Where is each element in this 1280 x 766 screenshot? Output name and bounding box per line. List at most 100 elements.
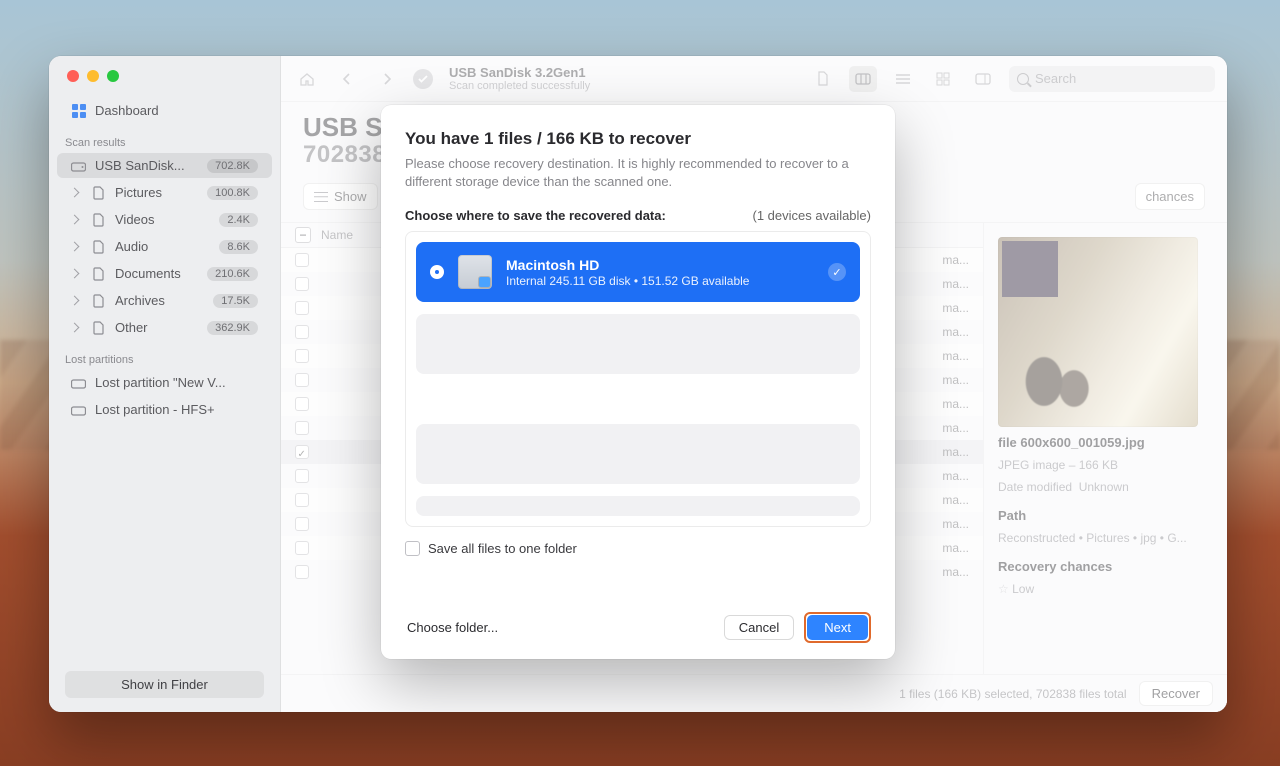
back-button[interactable] — [333, 66, 361, 92]
device-title: USB SanDisk 3.2Gen1 — [449, 65, 590, 80]
device-subtitle: Internal 245.11 GB disk • 151.52 GB avai… — [506, 274, 749, 288]
row-checkbox[interactable] — [295, 349, 309, 363]
drive-icon — [71, 402, 86, 417]
minimize-window-icon[interactable] — [87, 70, 99, 82]
show-in-finder-button[interactable]: Show in Finder — [65, 671, 264, 698]
close-window-icon[interactable] — [67, 70, 79, 82]
sidebar-item-badge: 362.9K — [207, 321, 258, 335]
preview-chances-value: Low — [1012, 582, 1034, 596]
row-tail: ma... — [942, 493, 969, 507]
filter-show[interactable]: Show — [303, 183, 378, 210]
sidebar-item-label: Archives — [115, 293, 165, 308]
status-bar: 1 files (166 KB) selected, 702838 files … — [281, 674, 1227, 712]
row-checkbox[interactable] — [295, 421, 309, 435]
chevron-right-icon — [71, 242, 79, 252]
file-icon — [91, 266, 106, 281]
filter-chances[interactable]: chances — [1135, 183, 1205, 210]
sidebar-item-label: Lost partition "New V... — [95, 375, 226, 390]
toggle-sidebar-button[interactable] — [969, 66, 997, 92]
row-checkbox[interactable] — [295, 469, 309, 483]
sidebar-item-badge: 702.8K — [207, 159, 258, 173]
device-name: Macintosh HD — [506, 257, 749, 273]
file-icon — [91, 320, 106, 335]
row-checkbox[interactable] — [295, 541, 309, 555]
sidebar-item-label: USB SanDisk... — [95, 158, 185, 173]
chevron-right-icon — [71, 296, 79, 306]
row-tail: ma... — [942, 277, 969, 291]
row-checkbox[interactable] — [295, 565, 309, 579]
search-input[interactable]: Search — [1009, 66, 1215, 92]
save-all-label: Save all files to one folder — [428, 541, 577, 556]
forward-button[interactable] — [373, 66, 401, 92]
destination-device-list: Macintosh HD Internal 245.11 GB disk • 1… — [405, 231, 871, 527]
filter-chances-label: chances — [1146, 189, 1194, 204]
destination-device-placeholder — [416, 424, 860, 484]
sidebar-item-archives[interactable]: Archives 17.5K — [57, 288, 272, 313]
view-columns-button[interactable] — [849, 66, 877, 92]
view-grid-button[interactable] — [929, 66, 957, 92]
sidebar-item-other[interactable]: Other 362.9K — [57, 315, 272, 340]
app-window: Dashboard Scan results USB SanDisk... 70… — [49, 56, 1227, 712]
dialog-subtitle: Please choose recovery destination. It i… — [405, 155, 871, 190]
file-icon — [91, 239, 106, 254]
destination-device-placeholder — [416, 314, 860, 374]
row-checkbox[interactable] — [295, 253, 309, 267]
view-list-button[interactable] — [889, 66, 917, 92]
sidebar-dashboard[interactable]: Dashboard — [57, 98, 272, 123]
zoom-window-icon[interactable] — [107, 70, 119, 82]
file-icon — [91, 212, 106, 227]
destination-device-placeholder — [416, 496, 860, 516]
new-file-button[interactable] — [809, 66, 837, 92]
row-checkbox[interactable] — [295, 493, 309, 507]
dialog-where-label: Choose where to save the recovered data: — [405, 208, 666, 223]
sidebar-lost-partition[interactable]: Lost partition - HFS+ — [57, 397, 272, 422]
sidebar-item-audio[interactable]: Audio 8.6K — [57, 234, 272, 259]
sidebar-item-drive[interactable]: USB SanDisk... 702.8K — [57, 153, 272, 178]
status-summary: 1 files (166 KB) selected, 702838 files … — [899, 687, 1126, 701]
chevron-right-icon — [71, 188, 79, 198]
preview-chances-label: Recovery chances — [998, 559, 1213, 574]
row-checkbox[interactable] — [295, 397, 309, 411]
sidebar-item-label: Lost partition - HFS+ — [95, 402, 215, 417]
home-button[interactable] — [293, 66, 321, 92]
file-icon — [91, 185, 106, 200]
save-all-checkbox[interactable] — [405, 541, 420, 556]
choose-folder-button[interactable]: Choose folder... — [405, 616, 500, 639]
preview-date-label: Date modified — [998, 480, 1072, 494]
preview-path-value: Reconstructed • Pictures • jpg • G... — [998, 531, 1213, 545]
row-checkbox[interactable] — [295, 277, 309, 291]
row-checkbox[interactable] — [295, 373, 309, 387]
row-tail: ma... — [942, 517, 969, 531]
row-checkbox[interactable] — [295, 325, 309, 339]
row-tail: ma... — [942, 421, 969, 435]
cancel-button[interactable]: Cancel — [724, 615, 794, 640]
sidebar-item-badge: 100.8K — [207, 186, 258, 200]
device-subtitle: Scan completed successfully — [449, 80, 590, 92]
sidebar-dashboard-label: Dashboard — [95, 103, 159, 118]
toolbar: USB SanDisk 3.2Gen1 Scan completed succe… — [281, 56, 1227, 102]
drive-icon — [71, 375, 86, 390]
sidebar-item-documents[interactable]: Documents 210.6K — [57, 261, 272, 286]
recovery-destination-dialog: You have 1 files / 166 KB to recover Ple… — [381, 105, 895, 659]
row-checkbox[interactable] — [295, 301, 309, 315]
row-tail: ma... — [942, 397, 969, 411]
checkmark-icon: ✓ — [828, 263, 846, 281]
sidebar-item-videos[interactable]: Videos 2.4K — [57, 207, 272, 232]
recover-button[interactable]: Recover — [1139, 681, 1213, 706]
select-all-checkbox[interactable]: − — [295, 227, 311, 243]
sidebar-section-scan-results: Scan results — [49, 125, 280, 153]
destination-device[interactable]: Macintosh HD Internal 245.11 GB disk • 1… — [416, 242, 860, 302]
radio-selected-icon[interactable] — [430, 265, 444, 279]
sidebar-item-label: Other — [115, 320, 148, 335]
row-tail: ma... — [942, 325, 969, 339]
window-controls[interactable] — [49, 70, 280, 98]
next-button[interactable]: Next — [807, 615, 868, 640]
row-tail: ma... — [942, 301, 969, 315]
preview-date-value: Unknown — [1079, 480, 1129, 494]
sidebar-lost-partition[interactable]: Lost partition "New V... — [57, 370, 272, 395]
sidebar-item-pictures[interactable]: Pictures 100.8K — [57, 180, 272, 205]
row-checkbox[interactable] — [295, 445, 309, 459]
drive-icon — [71, 158, 86, 173]
row-checkbox[interactable] — [295, 517, 309, 531]
sidebar-item-label: Videos — [115, 212, 155, 227]
